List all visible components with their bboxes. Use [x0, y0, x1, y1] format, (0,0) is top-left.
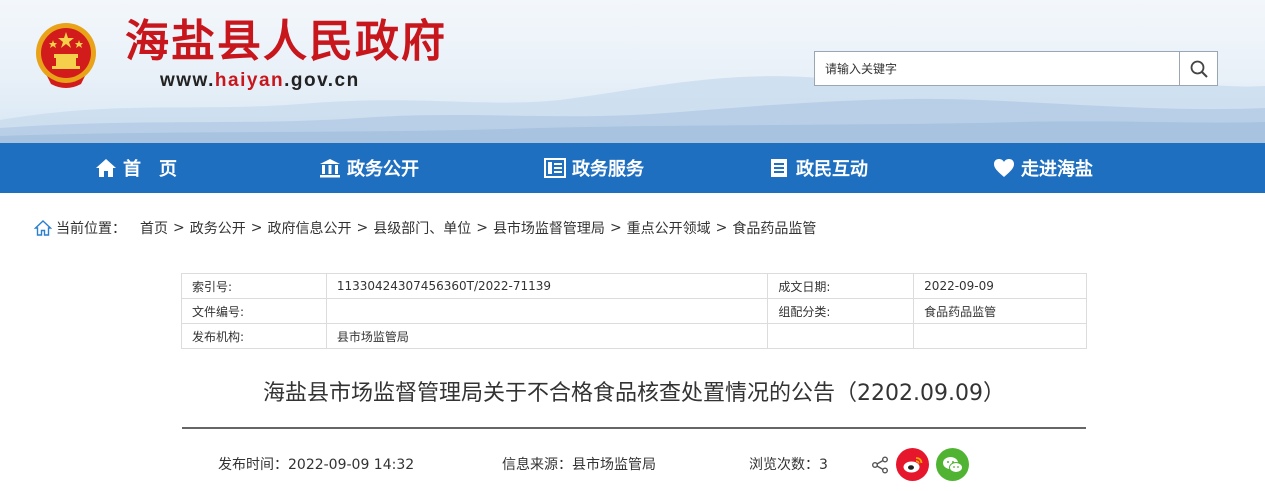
- breadcrumb-item[interactable]: 政务公开: [190, 218, 246, 238]
- service-list-icon: [544, 157, 566, 179]
- nav-item-explore-haiyan[interactable]: 走进海盐: [993, 143, 1093, 193]
- publish-time: 发布时间：2022-09-09 14:32: [218, 457, 415, 473]
- share-icon[interactable]: [870, 455, 890, 475]
- breadcrumb-separator: >: [476, 220, 488, 236]
- nav-item-label: 政民互动: [796, 159, 868, 180]
- site-title[interactable]: 海盐县人民政府: [125, 16, 447, 68]
- main-nav: 首 页 政务公开 政务服务 政民互动 走进海盐: [0, 143, 1265, 193]
- nav-item-label: 走进海盐: [1021, 159, 1093, 180]
- meta-value: 县市场监管局: [325, 323, 769, 349]
- breadcrumb-prefix: 当前位置：: [56, 221, 126, 237]
- nav-item-label: 政务公开: [347, 159, 419, 180]
- nav-item-government-affairs[interactable]: 政务公开: [319, 143, 419, 193]
- meta-key: 成文日期:: [767, 273, 915, 299]
- meta-key: [767, 323, 915, 349]
- site-url-suffix: .gov.cn: [284, 70, 360, 91]
- home-icon: [95, 157, 117, 179]
- article-title: 海盐县市场监督管理局关于不合格食品核查处置情况的公告（2202.09.09）: [263, 381, 1005, 406]
- home-outline-icon: [34, 220, 52, 236]
- title-divider: [182, 427, 1086, 429]
- breadcrumb-separator: >: [609, 220, 622, 236]
- search-input[interactable]: [815, 52, 1179, 85]
- header-banner: 海盐县人民政府 www.haiyan.gov.cn: [0, 0, 1265, 143]
- table-row: 索引号: 11330424307456360T/2022-71139 成文日期:…: [181, 273, 1087, 299]
- wechat-share-button[interactable]: [936, 448, 969, 481]
- site-url-prefix: www.: [160, 70, 215, 91]
- search-icon: [1190, 60, 1208, 78]
- weibo-share-button[interactable]: [896, 448, 929, 481]
- meta-value: [913, 323, 1087, 349]
- search-box: [814, 51, 1218, 86]
- breadcrumb-item[interactable]: 县市场监督管理局: [493, 218, 605, 238]
- document-icon: [768, 157, 790, 179]
- nav-item-home[interactable]: 首 页: [95, 143, 177, 193]
- national-emblem-icon: [33, 20, 99, 92]
- nav-item-public-interaction[interactable]: 政民互动: [768, 143, 868, 193]
- building-icon: [319, 157, 341, 179]
- meta-value: 2022-09-09: [913, 273, 1087, 299]
- site-url-highlight: haiyan: [214, 70, 285, 91]
- search-button[interactable]: [1179, 52, 1217, 85]
- nav-item-label: 政务服务: [572, 159, 644, 180]
- nav-item-label: 首 页: [123, 159, 177, 180]
- breadcrumb-item[interactable]: 食品药品监管: [732, 218, 816, 238]
- site-url[interactable]: www.haiyan.gov.cn: [160, 70, 360, 92]
- breadcrumb-item[interactable]: 县级部门、单位: [373, 218, 471, 238]
- breadcrumb-separator: >: [250, 220, 263, 236]
- breadcrumb-separator: >: [356, 220, 369, 236]
- breadcrumb-item[interactable]: 首页: [140, 218, 168, 238]
- breadcrumb-item[interactable]: 重点公开领域: [627, 218, 711, 238]
- meta-key: 发布机构:: [181, 323, 327, 349]
- info-source: 信息来源：县市场监管局: [502, 457, 656, 473]
- table-row: 文件编号: 组配分类: 食品药品监管: [181, 298, 1087, 324]
- view-count: 浏览次数：3: [749, 457, 828, 473]
- breadcrumb-separator: >: [173, 220, 185, 236]
- meta-key: 索引号:: [181, 273, 327, 299]
- meta-key: 组配分类:: [767, 298, 915, 324]
- document-meta-table: 索引号: 11330424307456360T/2022-71139 成文日期:…: [181, 273, 1087, 349]
- meta-value: [325, 298, 769, 324]
- meta-key: 文件编号:: [181, 298, 327, 324]
- breadcrumb: 当前位置： 首页 > 政务公开 > 政府信息公开 > 县级部门、单位 > 县市场…: [34, 218, 816, 238]
- weibo-icon: [903, 456, 922, 472]
- meta-value: 11330424307456360T/2022-71139: [325, 273, 769, 299]
- wechat-icon: [942, 456, 963, 473]
- nav-item-government-services[interactable]: 政务服务: [544, 143, 644, 193]
- breadcrumb-separator: >: [715, 220, 728, 236]
- table-row: 发布机构: 县市场监管局: [181, 323, 1087, 349]
- meta-value: 食品药品监管: [913, 298, 1087, 324]
- breadcrumb-item[interactable]: 政府信息公开: [267, 218, 351, 238]
- heart-icon: [993, 157, 1015, 179]
